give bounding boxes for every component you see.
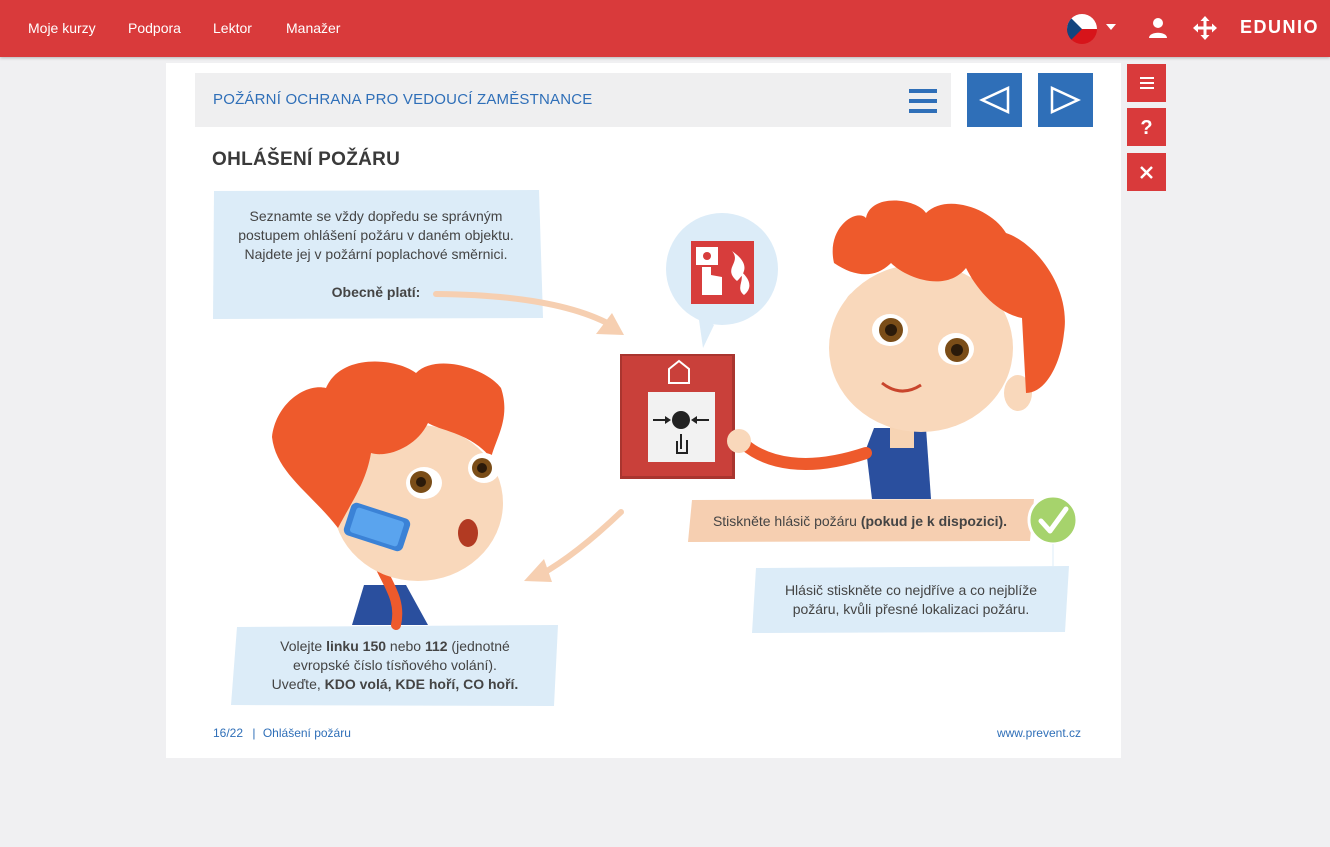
- press-alarm-text: Stiskněte hlásič požáru: [712, 513, 861, 529]
- intro-line-2: postupem ohlášení požáru v daném objektu…: [238, 227, 514, 243]
- close-icon: [1140, 166, 1153, 179]
- check-mark-icon: [1027, 494, 1079, 546]
- call-emergency-line-3: Uveďte, KDO volá, KDE hoří, CO hoří.: [271, 676, 519, 692]
- question-icon: ?: [1140, 117, 1152, 139]
- slide-footer-progress: 16/22 | Ohlášení požáru: [213, 726, 351, 740]
- nav-link-podpora[interactable]: Podpora: [128, 20, 181, 36]
- boy-pointing-illustration: [727, 200, 1065, 499]
- nav-link-lektor[interactable]: Lektor: [213, 20, 252, 36]
- alarm-tip-line-1: Hlásič stiskněte co nejdříve a co nejblí…: [784, 582, 1038, 598]
- page-counter: 16/22: [213, 726, 244, 740]
- slide-card: POŽÁRNÍ OCHRANA PRO VEDOUCÍ ZAMĚSTNANCE …: [166, 63, 1121, 758]
- manual-call-point-icon: [620, 354, 735, 479]
- intro-text-bubble: Seznamte se vždy dopředu se správným pos…: [216, 207, 536, 302]
- press-alarm-condition-text: (pokud je k dispozici).: [860, 513, 1008, 529]
- alarm-tip-text-bubble: Hlásič stiskněte co nejdříve a co nejblí…: [756, 581, 1066, 619]
- close-button[interactable]: [1127, 153, 1166, 191]
- help-button[interactable]: ?: [1127, 108, 1166, 146]
- czech-flag-icon[interactable]: [1067, 14, 1097, 44]
- move-icon[interactable]: [1193, 16, 1217, 40]
- fire-alarm-sign-icon: [691, 241, 754, 304]
- footer-website-link[interactable]: www.prevent.cz: [997, 726, 1081, 740]
- boy-calling-illustration: [272, 361, 505, 630]
- footer-separator: |: [252, 726, 256, 740]
- intro-line-3: Najdete jej v požární poplachové směrnic…: [244, 246, 508, 262]
- nav-link-moje-kurzy[interactable]: Moje kurzy: [28, 20, 96, 36]
- call-emergency-text-bubble: Volejte linku 150 nebo 112 (jednotné evr…: [234, 637, 556, 694]
- language-dropdown-caret-icon[interactable]: [1106, 24, 1116, 30]
- user-icon[interactable]: [1146, 16, 1170, 40]
- intro-general-rule-label: Obecně platí:: [331, 284, 421, 300]
- nav-link-manazer[interactable]: Manažer: [286, 20, 340, 36]
- section-name: Ohlášení požáru: [262, 726, 351, 740]
- intro-line-1: Seznamte se vždy dopředu se správným: [249, 208, 503, 224]
- alarm-tip-line-2: požáru, kvůli přesné lokalizaci požáru.: [792, 601, 1030, 617]
- svg-text:?: ?: [1140, 117, 1152, 139]
- menu-icon: [1140, 77, 1154, 89]
- side-menu-button[interactable]: [1127, 64, 1166, 102]
- press-alarm-text-bubble: Stiskněte hlásič požáru (pokud je k disp…: [694, 512, 1026, 531]
- top-navigation-bar: Moje kurzy Podpora Lektor Manažer EDUNIO: [0, 0, 1330, 57]
- call-emergency-line-2: evropské číslo tísňového volání).: [293, 657, 497, 673]
- brand-logo[interactable]: EDUNIO: [1240, 17, 1319, 38]
- call-emergency-line-1: Volejte linku 150 nebo 112 (jednotné: [280, 638, 510, 654]
